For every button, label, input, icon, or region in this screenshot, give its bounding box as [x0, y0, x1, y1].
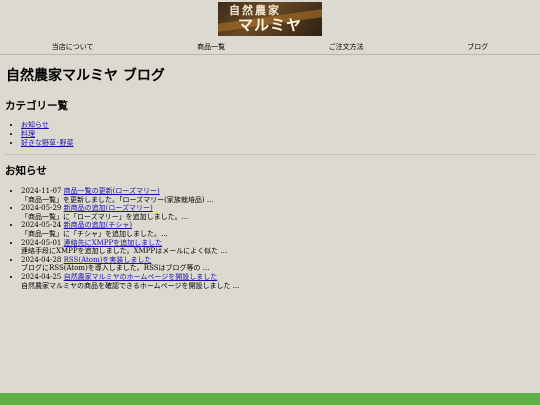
news-date: 2024-05-29 [21, 204, 62, 213]
news-date: 2024-05-01 [21, 238, 62, 247]
news-summary: 「商品一覧」を更新しました。「ローズマリー(家族栽培品) ... [21, 195, 214, 204]
page-title: 自然農家マルミヤ ブログ [6, 68, 165, 84]
news-date: 2024-05-24 [21, 221, 62, 230]
category-link-plants[interactable]: 好きな野草･野菜 [21, 139, 74, 147]
site-logo[interactable]: 自然農家 マルミヤ [218, 2, 322, 36]
news-item: 2024-05-24 新商品の追加(チシャ) 「商品一覧」に「チシャ」を追加しま… [21, 221, 535, 238]
nav-item-about[interactable]: 当店について [52, 42, 94, 52]
news-title-link[interactable]: 連絡先にXMPPを追加しました [64, 239, 163, 247]
news-list: 2024-11-07 商品一覧の更新(ローズマリー) 「商品一覧」を更新しました… [5, 187, 535, 290]
news-title-link[interactable]: 自然農家マルミヤのホームページを開設しました [64, 273, 218, 281]
logo-text-bottom: マルミヤ [237, 16, 302, 34]
news-item: 2024-11-07 商品一覧の更新(ローズマリー) 「商品一覧」を更新しました… [21, 187, 535, 204]
news-heading: お知らせ [5, 165, 47, 177]
news-summary: ブログにRSS(Atom)を導入しました。RSSはブログ等の ... [21, 264, 210, 273]
news-item: 2024-04-25 自然農家マルミヤのホームページを開設しました 自然農家マル… [21, 273, 535, 290]
logo-text-top: 自然農家 [229, 4, 281, 17]
section-divider [5, 154, 535, 155]
category-list: お知らせ 料理 好きな野草･野菜 [5, 121, 535, 148]
news-date: 2024-04-25 [21, 272, 62, 281]
nav-item-order[interactable]: ご注文方法 [329, 42, 364, 52]
news-item: 2024-05-29 新商品の追加(ローズマリー) 「商品一覧」に「ローズマリー… [21, 204, 535, 221]
site-header: 自然農家 マルミヤ [0, 0, 540, 38]
nav-item-products[interactable]: 商品一覧 [197, 42, 225, 52]
news-summary: 連絡手段にXMPPを追加しました。XMPPはメールによく似た ... [21, 247, 228, 256]
category-heading: カテゴリー覧 [5, 100, 68, 112]
main-content: 自然農家マルミヤ ブログ カテゴリー覧 お知らせ 料理 好きな野草･野菜 お知ら… [0, 65, 540, 290]
news-date: 2024-11-07 [21, 187, 62, 195]
nav-item-blog[interactable]: ブログ [467, 42, 488, 52]
category-item: 好きな野草･野菜 [21, 139, 535, 148]
category-link-news[interactable]: お知らせ [21, 121, 49, 129]
news-item: 2024-05-01 連絡先にXMPPを追加しました 連絡手段にXMPPを追加し… [21, 239, 535, 256]
news-title-link[interactable]: 商品一覧の更新(ローズマリー) [64, 187, 160, 195]
site-footer [0, 393, 540, 405]
news-date: 2024-04-28 [21, 255, 62, 264]
main-nav: 当店について 商品一覧 ご注文方法 ブログ [0, 39, 540, 55]
news-summary: 「商品一覧」に「チシャ」を追加しました。... [21, 229, 168, 238]
category-item: お知らせ [21, 121, 535, 130]
news-item: 2024-04-28 RSS(Atom)を実装しました ブログにRSS(Atom… [21, 256, 535, 273]
news-summary: 自然農家マルミヤの商品を確認できるホームページを開設しました ... [21, 281, 240, 290]
news-title-link[interactable]: 新商品の追加(チシャ) [64, 221, 132, 229]
category-link-cooking[interactable]: 料理 [21, 130, 35, 138]
news-title-link[interactable]: 新商品の追加(ローズマリー) [64, 204, 153, 212]
category-item: 料理 [21, 130, 535, 139]
news-title-link[interactable]: RSS(Atom)を実装しました [64, 256, 152, 264]
